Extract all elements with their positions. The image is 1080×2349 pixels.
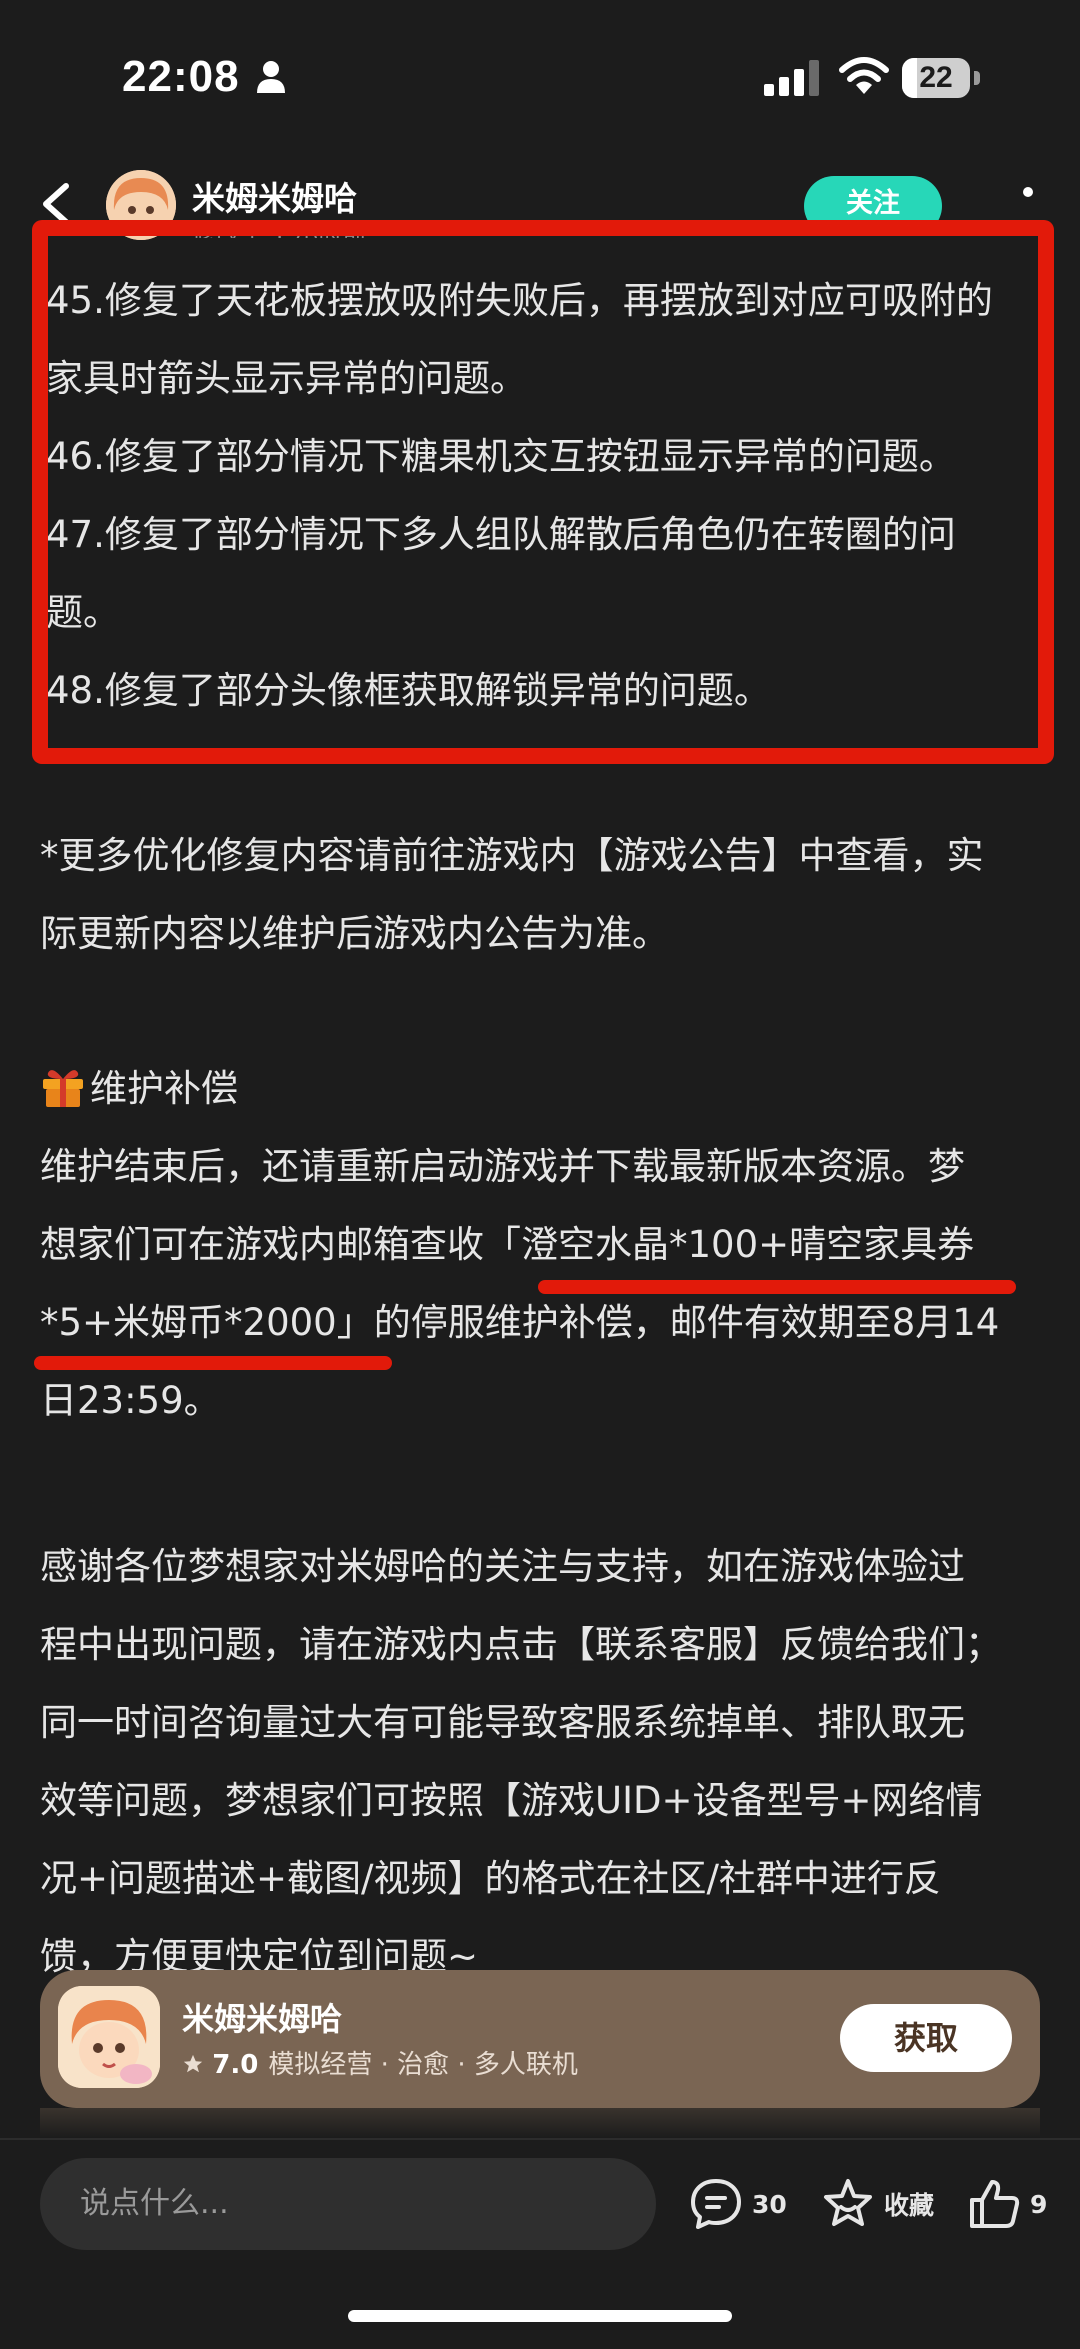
like-button[interactable]: 9 [966, 2172, 1047, 2236]
star-icon [183, 2054, 203, 2073]
battery-level-text: 22 [919, 61, 953, 94]
compensation-line: *5+米姆币*2000」的停服维护补偿，邮件有效期至8月14 [40, 1301, 1000, 1344]
more-info-note: *更多优化修复内容请前往游戏内【游戏公告】中查看，实 际更新内容以维护后游戏内公… [40, 817, 1040, 973]
highlight-box [32, 220, 1054, 764]
like-count: 9 [1030, 2189, 1048, 2219]
compensation-title: 维护补偿 [40, 1050, 238, 1128]
favorite-button[interactable]: 收藏 [820, 2172, 934, 2236]
compensation-title-text: 维护补偿 [90, 1067, 238, 1110]
game-rating: 7.0 [212, 2050, 259, 2080]
status-bar: 22:08 22 [0, 0, 1080, 150]
like-icon [970, 2180, 1020, 2228]
game-icon [58, 1986, 160, 2088]
game-card[interactable]: 米姆米姆哈 7.0 模拟经营 · 治愈 · 多人联机 获取 [40, 1970, 1040, 2108]
gift-icon [43, 1070, 83, 1107]
highlight-underline [34, 1356, 392, 1370]
compensation-line: 日23:59。 [40, 1379, 221, 1422]
thanks-line: 效等问题，梦想家们可按照【游戏UID+设备型号+网络情 [40, 1779, 983, 1822]
note-line: 际更新内容以维护后游戏内公告为准。 [40, 912, 669, 955]
thanks-text: 感谢各位梦想家对米姆哈的关注与支持，如在游戏体验过 程中出现问题，请在游戏内点击… [40, 1528, 1040, 1996]
game-meta: 7.0 模拟经营 · 治愈 · 多人联机 [182, 2044, 578, 2081]
game-tags: 模拟经营 · 治愈 · 多人联机 [268, 2050, 578, 2080]
favorite-icon [824, 2179, 872, 2226]
signal-icon [764, 60, 819, 96]
card-shadow [40, 2108, 1040, 2138]
compensation-line: 想家们可在游戏内邮箱查收「澄空水晶*100+晴空家具券 [40, 1223, 975, 1266]
thanks-line: 同一时间咨询量过大有可能导致客服系统掉单、排队取无 [40, 1701, 965, 1744]
compensation-line: 维护结束后，还请重新启动游戏并下载最新版本资源。梦 [40, 1145, 965, 1188]
highlight-underline [538, 1280, 1016, 1294]
note-line: *更多优化修复内容请前往游戏内【游戏公告】中查看，实 [40, 834, 984, 877]
comment-count: 30 [752, 2189, 787, 2219]
status-time: 22:08 [122, 52, 240, 101]
comment-icon [691, 2179, 741, 2229]
comment-input[interactable]: 说点什么... [40, 2158, 656, 2250]
game-name: 米姆米姆哈 [182, 2000, 343, 2038]
person-icon [257, 61, 285, 93]
favorite-label: 收藏 [884, 2191, 935, 2220]
home-indicator [348, 2310, 732, 2322]
thanks-line: 况+问题描述+截图/视频】的格式在社区/社群中进行反 [40, 1857, 941, 1900]
thanks-line: 感谢各位梦想家对米姆哈的关注与支持，如在游戏体验过 [40, 1545, 965, 1588]
battery-icon: 22 [902, 58, 980, 98]
author-name[interactable]: 米姆米姆哈 [192, 172, 357, 220]
get-button[interactable]: 获取 [840, 2004, 1012, 2072]
comment-button[interactable]: 30 [688, 2172, 787, 2236]
thanks-line: 程中出现问题，请在游戏内点击【联系客服】反馈给我们； [40, 1623, 1002, 1666]
wifi-icon [839, 57, 889, 94]
